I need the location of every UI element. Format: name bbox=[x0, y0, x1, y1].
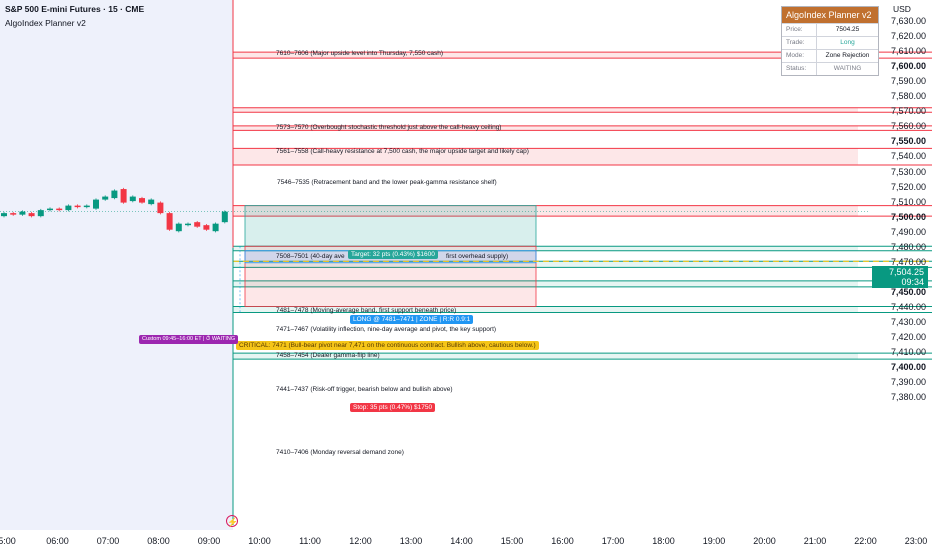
zone-label: 7573–7570 (Overbought stochastic thresho… bbox=[276, 124, 502, 131]
candle[interactable] bbox=[175, 223, 182, 232]
target-area[interactable] bbox=[244, 205, 537, 247]
candle[interactable] bbox=[74, 205, 81, 208]
critical-label[interactable]: CRITICAL: 7471 (Bull-bear pivot near 7,4… bbox=[236, 341, 539, 350]
price-tick: 7,390.00 bbox=[890, 377, 926, 388]
time-tick: 07:00 bbox=[96, 536, 120, 546]
price-tick: 7,570.00 bbox=[890, 106, 926, 117]
zone-label: 7410–7406 (Monday reversal demand zone) bbox=[276, 449, 404, 456]
price-tick: 7,430.00 bbox=[890, 317, 926, 327]
time-tick: 14:00 bbox=[450, 536, 473, 546]
price-tick: 7,610.00 bbox=[890, 46, 926, 57]
time-tick: 19:00 bbox=[702, 536, 726, 546]
time-tick: 5:00 bbox=[0, 536, 16, 546]
price-tick: 7,410.00 bbox=[890, 347, 926, 358]
candle[interactable] bbox=[148, 199, 155, 205]
panel-row-trade: Trade: Long bbox=[782, 36, 878, 49]
price-tick: 7,600.00 bbox=[890, 61, 926, 72]
zone-label: 7561–7558 (Call-heavy resistance at 7,50… bbox=[276, 148, 529, 155]
candle[interactable] bbox=[1, 213, 7, 217]
candle[interactable] bbox=[28, 213, 35, 217]
planner-panel: AlgoIndex Planner v2 Price: 7504.25 Trade… bbox=[781, 6, 879, 76]
target-label[interactable]: Target: 32 pts (0.43%) $1600 bbox=[348, 250, 438, 259]
candle[interactable] bbox=[185, 223, 191, 226]
candle[interactable] bbox=[120, 189, 127, 203]
candle[interactable] bbox=[221, 211, 228, 223]
time-tick: 18:00 bbox=[652, 536, 675, 546]
time-tick: 12:00 bbox=[349, 536, 372, 546]
candle[interactable] bbox=[19, 211, 26, 215]
price-tick: 7,620.00 bbox=[890, 31, 926, 42]
candle[interactable] bbox=[47, 208, 53, 211]
zone-label: 7546–7535 (Retracement band and the lowe… bbox=[277, 179, 497, 186]
time-tick: 15:00 bbox=[500, 536, 524, 546]
candle[interactable] bbox=[129, 196, 136, 202]
price-tick: 7,510.00 bbox=[890, 196, 926, 207]
price-tick: 7,450.00 bbox=[890, 286, 926, 297]
time-tick: 20:00 bbox=[753, 536, 776, 546]
time-tick: 22:00 bbox=[854, 536, 877, 546]
candle[interactable] bbox=[139, 198, 145, 203]
price-tick: 7,590.00 bbox=[890, 76, 926, 87]
price-tick: 7,520.00 bbox=[890, 181, 926, 192]
price-tick: 7,490.00 bbox=[890, 226, 926, 237]
price-tick: 7,630.00 bbox=[890, 16, 926, 26]
zone-label: first overhead supply) bbox=[446, 253, 509, 260]
candle[interactable] bbox=[65, 205, 72, 211]
time-tick: 21:00 bbox=[803, 536, 827, 546]
time-tick: 13:00 bbox=[399, 536, 423, 546]
candle[interactable] bbox=[102, 196, 109, 200]
candle[interactable] bbox=[194, 222, 201, 227]
price-tick: 7,560.00 bbox=[890, 121, 926, 132]
lightning-icon[interactable]: ⚡ bbox=[226, 515, 238, 527]
zone-label: 7508–7501 (40-day ave bbox=[276, 253, 345, 260]
candle[interactable] bbox=[10, 213, 17, 215]
price-tick: 7,400.00 bbox=[890, 362, 926, 373]
time-tick: 11:00 bbox=[299, 536, 321, 546]
candle[interactable] bbox=[93, 199, 99, 209]
entry-label[interactable]: LONG @ 7481–7471 | ZONE | R:R 0.9:1 bbox=[350, 315, 474, 324]
candle[interactable] bbox=[56, 208, 63, 211]
candle[interactable] bbox=[111, 190, 118, 199]
candle[interactable] bbox=[157, 202, 164, 214]
zone-label: 7441–7437 (Risk-off trigger, bearish bel… bbox=[276, 386, 453, 393]
current-price-tag: 7,504.25 09:34 bbox=[872, 266, 928, 288]
time-tick: 08:00 bbox=[147, 536, 170, 546]
time-tick: 17:00 bbox=[601, 536, 625, 546]
price-tick: 7,540.00 bbox=[890, 151, 926, 162]
candle[interactable] bbox=[212, 223, 219, 232]
time-tick: 16:00 bbox=[551, 536, 574, 546]
price-tick: 7,530.00 bbox=[890, 166, 926, 177]
price-tick: 7,550.00 bbox=[890, 136, 926, 147]
zone-label: 7471–7467 (Volatility inflection, nine-d… bbox=[276, 326, 497, 333]
price-tick: 7,580.00 bbox=[890, 91, 926, 102]
price-tick: 7,500.00 bbox=[890, 211, 926, 222]
zone-label: 7481–7478 (Moving-average band, first su… bbox=[276, 307, 457, 314]
candle[interactable] bbox=[83, 205, 90, 208]
candle[interactable] bbox=[37, 210, 44, 217]
resistance-zone[interactable] bbox=[233, 107, 858, 113]
chart-canvas[interactable] bbox=[0, 0, 932, 550]
price-tick: 7,420.00 bbox=[890, 332, 926, 343]
time-tick: 06:00 bbox=[46, 536, 69, 546]
panel-row-status: Status: WAITING bbox=[782, 62, 878, 75]
price-tick: 7,440.00 bbox=[890, 301, 926, 312]
panel-row-price: Price: 7504.25 bbox=[782, 23, 878, 36]
zone-label: 7458–7454 (Dealer gamma-flip line) bbox=[276, 352, 380, 359]
price-tick: 7,480.00 bbox=[890, 241, 926, 252]
panel-title: AlgoIndex Planner v2 bbox=[782, 7, 878, 23]
candle[interactable] bbox=[203, 225, 210, 230]
price-tick: 7,380.00 bbox=[890, 392, 926, 403]
zone-label: 7610–7606 (Major upside level into Thurs… bbox=[276, 50, 444, 57]
candle[interactable] bbox=[166, 213, 173, 230]
custom-session-label[interactable]: Custom 09:45–16:00 ET | ⏱ WAITING bbox=[139, 335, 239, 344]
stop-label[interactable]: Stop: 35 pts (0.47%) $1750 bbox=[350, 403, 436, 412]
time-tick: 09:00 bbox=[197, 536, 221, 546]
panel-row-mode: Mode: Zone Rejection bbox=[782, 49, 878, 62]
time-tick: 10:00 bbox=[248, 536, 271, 546]
time-tick: 23:00 bbox=[904, 536, 928, 546]
